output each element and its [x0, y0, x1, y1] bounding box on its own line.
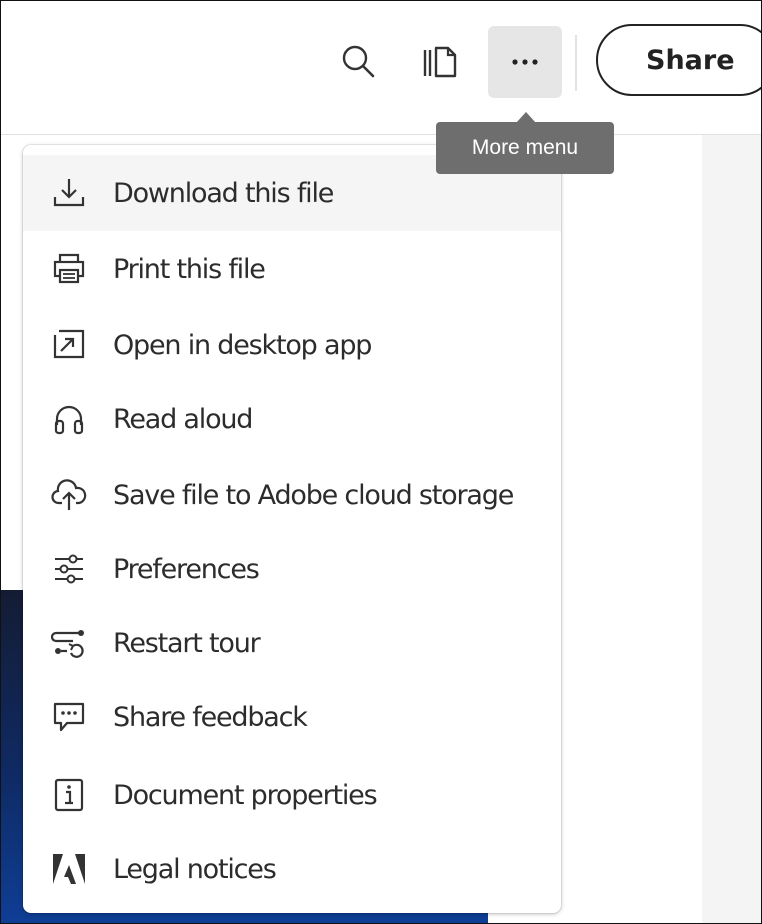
menu-item-label: Preferences: [113, 553, 260, 585]
menu-item-label: Share feedback: [113, 701, 308, 733]
printer-icon: [49, 249, 89, 289]
menu-item-restart-tour[interactable]: Restart tour: [23, 605, 561, 681]
more-menu-button[interactable]: [488, 26, 562, 98]
menu-item-label: Save file to Adobe cloud storage: [113, 479, 514, 511]
menu-item-label: Read aloud: [113, 403, 253, 435]
headphones-icon: [49, 399, 89, 439]
share-button[interactable]: Share: [596, 24, 762, 96]
toolbar-divider: [575, 35, 577, 91]
panel-toggle-button[interactable]: [412, 36, 466, 88]
menu-item-label: Legal notices: [113, 853, 277, 885]
adobe-logo-icon: [49, 849, 89, 889]
menu-item-open-desktop[interactable]: Open in desktop app: [23, 307, 561, 383]
download-icon: [49, 173, 89, 213]
more-ellipsis-icon: [510, 57, 540, 67]
more-menu-dropdown: Download this file Print this file Open …: [23, 145, 561, 913]
menu-item-print[interactable]: Print this file: [23, 231, 561, 307]
menu-item-read-aloud[interactable]: Read aloud: [23, 381, 561, 457]
cloud-upload-icon: [49, 475, 89, 515]
top-toolbar: Share: [0, 0, 762, 135]
menu-item-preferences[interactable]: Preferences: [23, 531, 561, 607]
document-gutter: [702, 135, 762, 924]
info-icon: [49, 775, 89, 815]
more-menu-tooltip: More menu: [436, 122, 614, 174]
menu-item-share-feedback[interactable]: Share feedback: [23, 679, 561, 755]
panel-view-icon: [417, 42, 461, 82]
sliders-icon: [49, 549, 89, 589]
menu-item-document-properties[interactable]: Document properties: [23, 757, 561, 833]
open-external-icon: [49, 325, 89, 365]
menu-item-label: Print this file: [113, 253, 266, 285]
menu-item-legal-notices[interactable]: Legal notices: [23, 831, 561, 907]
menu-item-label: Download this file: [113, 177, 334, 209]
menu-item-label: Open in desktop app: [113, 329, 372, 361]
menu-item-save-cloud[interactable]: Save file to Adobe cloud storage: [23, 457, 561, 533]
menu-item-label: Restart tour: [113, 627, 261, 659]
search-icon: [338, 42, 378, 82]
feedback-icon: [49, 697, 89, 737]
restart-tour-icon: [49, 623, 89, 663]
menu-item-label: Document properties: [113, 779, 378, 811]
search-button[interactable]: [334, 36, 382, 88]
